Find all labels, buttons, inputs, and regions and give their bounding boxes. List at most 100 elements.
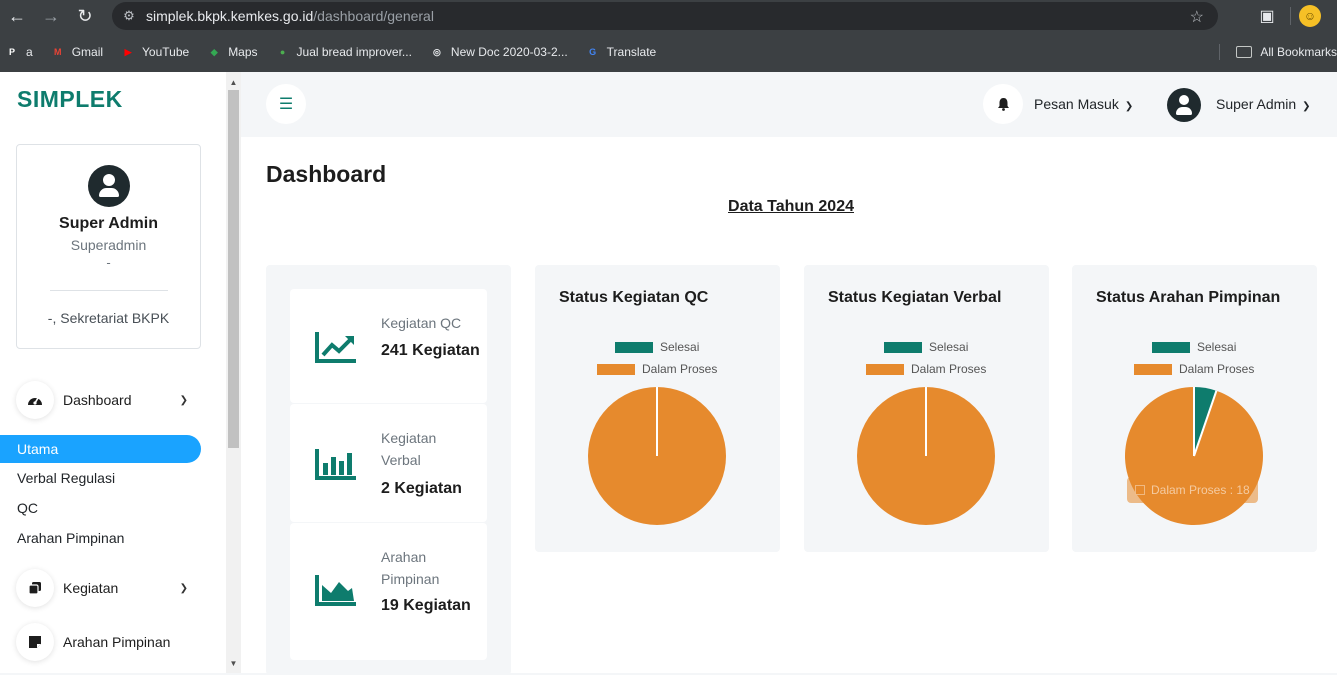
globe-icon: ◎ [432,46,441,57]
menu-dashboard[interactable]: Dashboard ❯ [16,381,196,419]
menu-toggle-button[interactable]: ☰ [266,84,306,124]
copy-icon [16,569,54,607]
browser-chrome: ← → ↻ ⚙ simplek.bkpk.kemkes.go.id/dashbo… [0,0,1337,72]
scroll-thumb[interactable] [228,90,239,448]
store-icon: ● [279,47,286,57]
scroll-up-icon[interactable]: ▲ [226,76,241,90]
sidebar-item-arahan-pimpinan[interactable]: Arahan Pimpinan [0,524,201,552]
profile-avatar-icon[interactable]: ☺ [1299,5,1321,27]
user-card: Super Admin Superadmin - -, Sekretariat … [16,144,201,349]
bookmark-item[interactable]: Pa [4,44,33,60]
pesan-masuk-dropdown[interactable]: Pesan Masuk ❯ [1034,96,1133,112]
forward-icon[interactable]: → [34,0,68,32]
legend-label: Selesai [929,340,969,354]
legend-swatch-proses [597,363,635,375]
legend-swatch-selesai [615,341,653,353]
url-host: simplek.bkpk.kemkes.go.id [146,8,314,24]
year-label: Data Tahun 2024 [728,198,854,215]
chart-panel-qc: Status Kegiatan QC Selesai Dalam Proses [535,265,780,552]
stat-value: 241 Kegiatan [381,342,480,359]
sidebar-item-qc[interactable]: QC [0,494,201,522]
stat-card-arahan[interactable]: Arahan Pimpinan 19 Kegiatan [290,523,487,660]
bookmark-item[interactable]: G Translate [585,44,657,60]
pesan-masuk-label: Pesan Masuk [1034,96,1119,112]
toolbar-right: ▣ ☺ [1252,0,1337,32]
sidebar-item-verbal-regulasi[interactable]: Verbal Regulasi [0,464,201,492]
pie-chart-qc[interactable] [587,386,727,526]
user-name: Super Admin [59,215,158,232]
bookmark-label: Gmail [71,45,104,59]
bookmark-item[interactable]: M Gmail [50,44,103,60]
all-bookmarks-label: All Bookmarks [1260,45,1337,59]
chart-line-up-icon [314,330,358,369]
pie-chart-arahan[interactable] [1124,386,1264,526]
bookmark-label: a [26,45,33,59]
tooltip-text: Dalam Proses : 18 [1151,483,1250,497]
bookmark-label: New Doc 2020-03-2... [450,45,568,59]
user-dropdown-label: Super Admin [1216,96,1297,112]
bookmark-label: YouTube [142,45,190,59]
pie-chart-verbal[interactable] [856,386,996,526]
gmail-icon: M [53,47,62,57]
user-role: Superadmin [70,237,147,253]
avatar[interactable] [1167,88,1201,122]
site-settings-icon[interactable]: ⚙ [112,8,146,24]
bookmark-item[interactable]: ▶ YouTube [120,44,190,60]
legend-item-selesai[interactable]: Selesai [1152,340,1236,354]
url-path: /dashboard/general [313,8,434,24]
legend-label: Selesai [660,340,700,354]
legend-item-dalam-proses[interactable]: Dalam Proses [1134,362,1254,376]
bookmark-star-icon[interactable]: ☆ [1190,7,1204,27]
legend-swatch-proses [866,363,904,375]
back-icon[interactable]: ← [0,0,34,32]
chart-title: Status Kegiatan Verbal [828,289,1002,306]
stat-label: Arahan Pimpinan [381,549,440,587]
menu-arahan-label: Arahan Pimpinan [63,634,171,650]
legend-item-selesai[interactable]: Selesai [884,340,968,354]
menu-kegiatan-label: Kegiatan [63,580,119,596]
chart-panel-verbal: Status Kegiatan Verbal Selesai Dalam Pro… [804,265,1049,552]
topbar: ☰ Pesan Masuk ❯ Super Admin ❯ [241,72,1337,137]
stat-card-qc[interactable]: Kegiatan QC 241 Kegiatan [290,289,487,403]
bookmark-label: Maps [228,45,258,59]
legend-item-dalam-proses[interactable]: Dalam Proses [866,362,986,376]
stats-panel: Kegiatan QC 241 Kegiatan Kegiatan Verbal… [266,265,511,675]
user-unit: -, Sekretariat BKPK [47,310,170,326]
chevron-down-icon: ❯ [1124,101,1134,112]
extensions-icon[interactable]: ▣ [1252,0,1282,32]
youtube-icon: ▶ [124,46,132,57]
reload-icon[interactable]: ↻ [68,0,102,32]
page-title: Dashboard [266,161,387,187]
bookmark-label: Jual bread improver... [296,45,412,59]
menu-arahan-pimpinan[interactable]: Arahan Pimpinan [16,623,196,661]
bookmarks-divider [1219,44,1221,60]
sidebar-scrollbar[interactable]: ▲ ▼ [226,72,241,673]
bookmark-item[interactable]: ◎ New Doc 2020-03-2... [429,44,568,60]
maps-icon: ◆ [210,46,218,57]
bookmark-item[interactable]: ● Jual bread improver... [275,44,412,60]
legend-item-dalam-proses[interactable]: Dalam Proses [597,362,717,376]
menu-kegiatan[interactable]: Kegiatan ❯ [16,569,196,607]
sidebar-item-utama[interactable]: Utama [0,435,201,463]
stat-card-verbal[interactable]: Kegiatan Verbal 2 Kegiatan [290,404,487,522]
stat-value: 19 Kegiatan [381,597,471,614]
browser-toolbar: ← → ↻ ⚙ simplek.bkpk.kemkes.go.id/dashbo… [0,0,1337,32]
legend-label: Selesai [1197,340,1237,354]
avatar [87,165,130,207]
brand-logo[interactable]: SIMPLEK [17,86,123,113]
address-bar[interactable]: ⚙ simplek.bkpk.kemkes.go.id/dashboard/ge… [112,2,1218,30]
bookmark-label: Translate [606,45,657,59]
scroll-down-icon[interactable]: ▼ [226,657,241,671]
tooltip-swatch [1135,485,1145,495]
chart-title: Status Arahan Pimpinan [1096,289,1281,306]
all-bookmarks[interactable]: All Bookmarks [1219,40,1337,64]
folder-icon [1236,46,1253,58]
bookmark-item[interactable]: ◆ Maps [206,44,258,60]
chart-bar-icon [314,447,358,486]
user-dropdown[interactable]: Super Admin ❯ [1216,96,1311,112]
bookmarks-bar: Pa M Gmail ▶ YouTube ◆ Maps ● Jual bread improve… [0,40,1337,64]
legend-item-selesai[interactable]: Selesai [615,340,699,354]
bell-icon[interactable] [983,84,1023,124]
user-extra: - [106,255,111,270]
legend-label: Dalam Proses [911,362,987,376]
